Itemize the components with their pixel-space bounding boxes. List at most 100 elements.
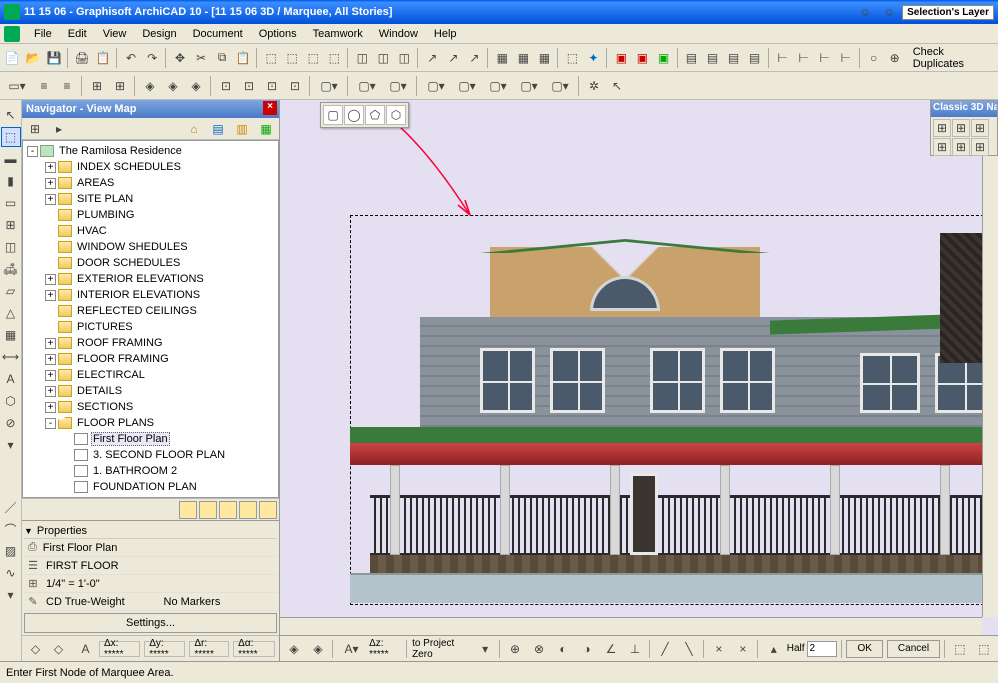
nav-button-icon[interactable] [179,501,197,519]
redo-icon[interactable]: ↷ [142,47,162,69]
more-tool-icon[interactable]: ▾ [1,585,21,605]
tool-icon[interactable]: ○ [864,47,884,69]
tool-icon[interactable]: ▤ [724,47,744,69]
tool-icon[interactable]: ▤ [681,47,701,69]
menu-teamwork[interactable]: Teamwork [305,26,371,42]
expand-icon[interactable]: - [45,418,56,429]
face-icon-2[interactable]: ☺ [878,1,900,23]
tool-icon[interactable]: ⊢ [836,47,856,69]
tool-icon[interactable]: ⊡ [238,75,260,97]
menu-file[interactable]: File [26,26,60,42]
properties-header[interactable]: ▼ Properties [24,523,277,539]
coord-tool-icon[interactable]: × [709,638,729,660]
tree-item[interactable]: 3. SECOND FLOOR PLAN [25,447,276,463]
tree-item[interactable]: +ROOF FRAMING [25,335,276,351]
tool-icon[interactable]: ⊡ [261,75,283,97]
section-tool-icon[interactable]: ⊘ [1,413,21,433]
coord-tool-icon[interactable]: ◈ [308,638,328,660]
view-map-icon[interactable]: ▤ [207,118,229,140]
coord-tool-icon[interactable]: ◈ [284,638,304,660]
tool-icon[interactable]: ◫ [373,47,393,69]
copy-icon[interactable]: ⧉ [212,47,232,69]
tool-icon[interactable]: ▦ [492,47,512,69]
tool-icon[interactable]: ⬚ [261,47,281,69]
nav-tool-icon[interactable]: ▸ [48,118,70,140]
tree-item[interactable]: +ELECTIRCAL [25,367,276,383]
coord-tool-icon[interactable]: ⬚ [974,638,994,660]
tool-icon[interactable]: ⬚ [324,47,344,69]
tree-item[interactable]: +SECTIONS [25,399,276,415]
menu-window[interactable]: Window [371,26,426,42]
nav-3d-icon[interactable]: ⊞ [933,138,951,156]
pick-icon[interactable]: ✥ [170,47,190,69]
close-icon[interactable]: × [263,101,277,115]
nav-3d-icon[interactable]: ⊞ [971,138,989,156]
tool-dropdown-icon[interactable]: ▢▾ [452,75,482,97]
coord-icon[interactable]: ◇ [49,638,68,660]
menu-view[interactable]: View [95,26,135,42]
tool-icon[interactable]: ◈ [185,75,207,97]
tool-icon[interactable]: ◈ [139,75,161,97]
tree-item[interactable]: +SITE PLAN [25,191,276,207]
expand-icon[interactable]: - [27,146,38,157]
column-tool-icon[interactable]: ▮ [1,171,21,191]
view-name-input[interactable] [41,540,277,556]
tool-icon[interactable]: ✲ [583,75,605,97]
expand-icon[interactable]: + [45,194,56,205]
tree-item[interactable]: +INDEX SCHEDULES [25,159,276,175]
settings-button[interactable]: Settings... [24,613,277,633]
coord-icon[interactable]: A [76,638,95,660]
coord-tool-icon[interactable]: ╱ [655,638,675,660]
roof-tool-icon[interactable]: △ [1,303,21,323]
menu-document[interactable]: Document [185,26,251,42]
arc-tool-icon[interactable]: ⌒ [1,519,21,539]
coord-tool-icon[interactable]: ⊥ [625,638,645,660]
collapse-icon[interactable]: ▼ [24,526,33,536]
coord-tool-icon[interactable]: ◑ [577,638,597,660]
expand-icon[interactable]: + [45,402,56,413]
layout-book-icon[interactable]: ▥ [231,118,253,140]
coord-dropdown-icon[interactable]: A▾ [338,638,365,660]
zone-tool-icon[interactable]: ⬡ [1,391,21,411]
tool-icon[interactable]: ▤ [745,47,765,69]
paste-icon[interactable]: 📋 [233,47,253,69]
mesh-tool-icon[interactable]: ▦ [1,325,21,345]
tool-icon[interactable]: ⊢ [794,47,814,69]
tree-item[interactable]: +INTERIOR ELEVATIONS [25,287,276,303]
tool-icon[interactable]: ▣ [611,47,631,69]
save-icon[interactable]: 💾 [44,47,64,69]
floating-marquee-toolbar[interactable]: ▢ ◯ ⬠ ⬡ [320,102,409,128]
coord-tool-icon[interactable]: ∠ [601,638,621,660]
expand-icon[interactable]: + [45,274,56,285]
tree-item[interactable]: HVAC [25,223,276,239]
tool-icon[interactable]: ⬚ [562,47,582,69]
nav-button-icon[interactable] [219,501,237,519]
tool-icon[interactable]: ◈ [162,75,184,97]
tree-item[interactable]: First Floor Plan [25,431,276,447]
arrow-cursor-icon[interactable]: ↖ [606,75,628,97]
coord-tool-icon[interactable]: ⊕ [505,638,525,660]
undo-icon[interactable]: ↶ [121,47,141,69]
navigator-titlebar[interactable]: Navigator - View Map × [22,100,279,118]
marquee-tool-icon[interactable]: ⬚ [1,127,21,147]
tool-icon[interactable]: ⊡ [284,75,306,97]
marquee-mode-icon[interactable]: ⬡ [386,105,406,125]
tool-icon[interactable]: ⊡ [215,75,237,97]
classic-3d-nav-panel[interactable]: Classic 3D Navi ⊞ ⊞ ⊞ ⊞ ⊞ ⊞ [930,100,998,156]
tree-item[interactable]: PICTURES [25,319,276,335]
tree-item[interactable]: PLUMBING [25,207,276,223]
tool-icon[interactable]: ▦ [534,47,554,69]
print-icon[interactable]: 🖨 [72,47,92,69]
tool-dropdown-icon[interactable]: ▢▾ [545,75,575,97]
tool-icon[interactable]: ↗ [443,47,463,69]
dimension-tool-icon[interactable]: ⟷ [1,347,21,367]
tool-icon[interactable]: ✦ [583,47,603,69]
beam-tool-icon[interactable]: ▭ [1,193,21,213]
more-tool-icon[interactable]: ▾ [1,435,21,455]
expand-icon[interactable]: + [45,338,56,349]
expand-icon[interactable]: + [45,354,56,365]
tool-dropdown-icon[interactable]: ▢▾ [514,75,544,97]
half-up-icon[interactable]: ▴ [763,638,785,660]
open-icon[interactable]: 📂 [23,47,43,69]
tree-item[interactable]: 1. BATHROOM 2 [25,463,276,479]
